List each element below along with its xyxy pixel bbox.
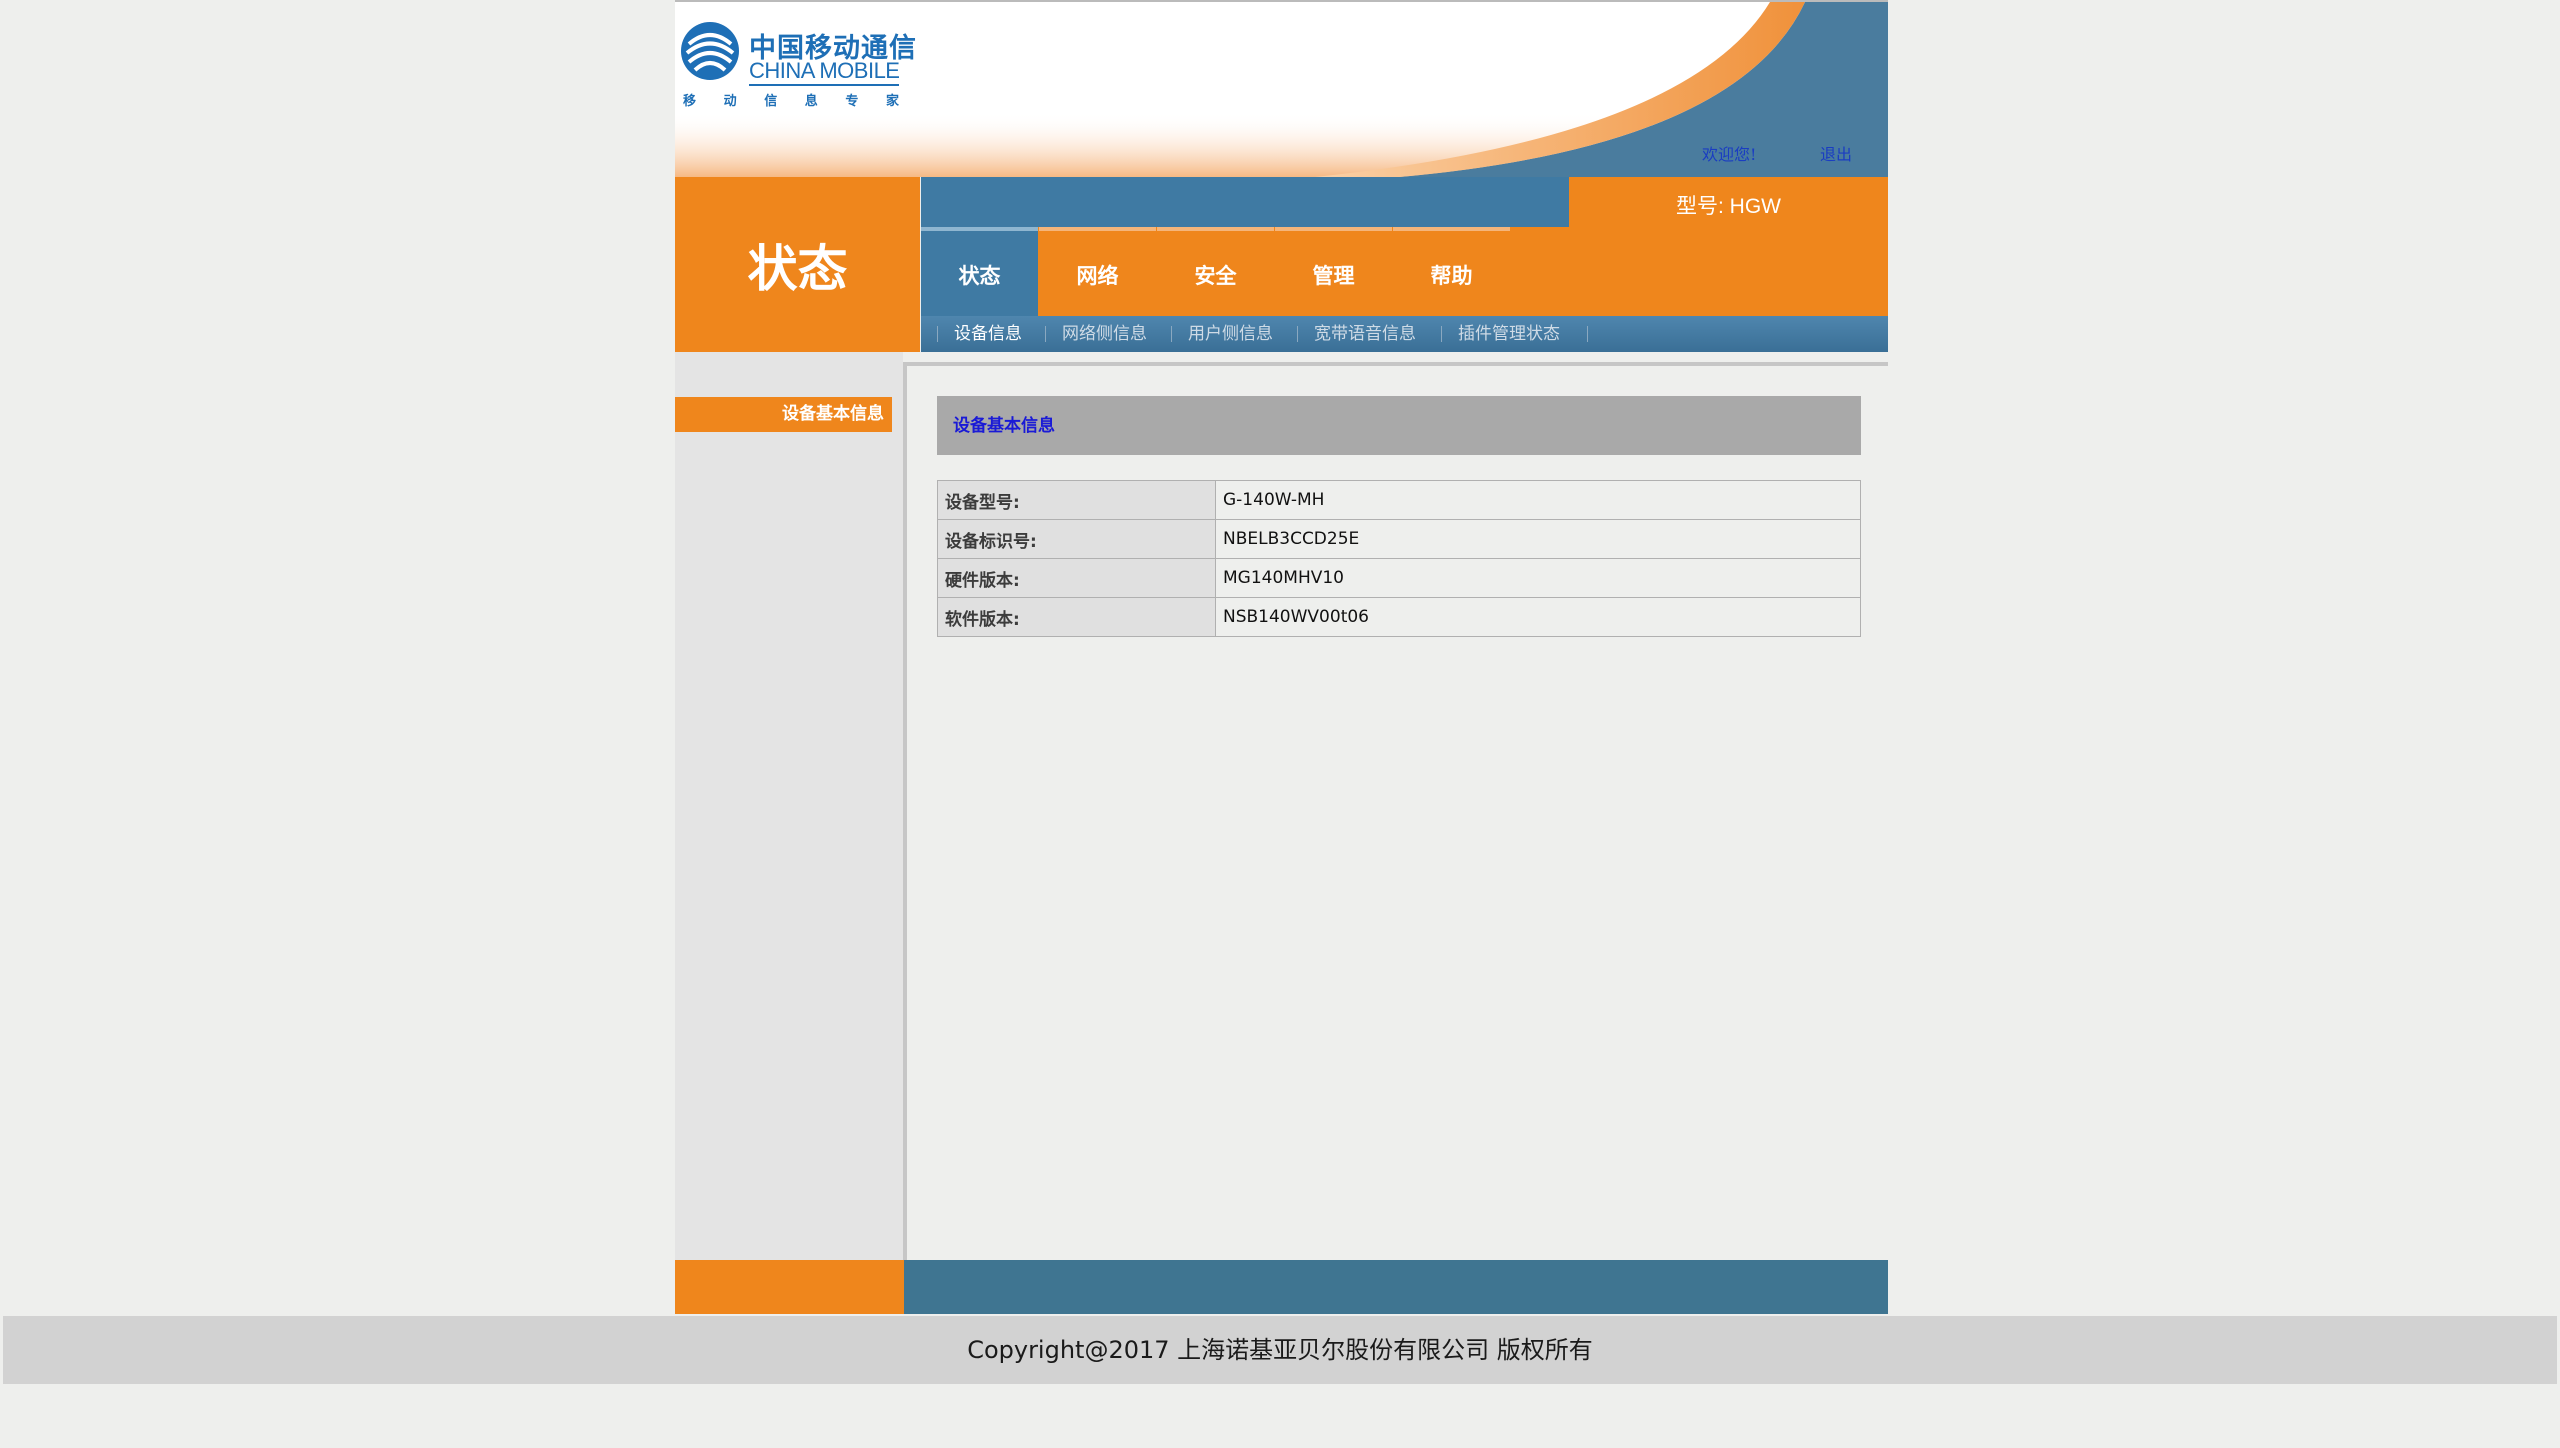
footer-copyright: Copyright@2017 上海诺基亚贝尔股份有限公司 版权所有 [3, 1316, 2557, 1384]
table-row: 硬件版本: MG140MHV10 [937, 558, 1861, 598]
slogan-char: 动 [723, 94, 737, 109]
content-title-bar: 设备基本信息 [937, 396, 1861, 455]
row-value: MG140MHV10 [1215, 558, 1861, 598]
row-label: 软件版本: [937, 597, 1216, 637]
sub-nav: 设备信息 网络侧信息 用户侧信息 宽带语音信息 插件管理状态 [921, 316, 1888, 352]
logo-english-text: CHINA MOBILE [749, 58, 900, 86]
subnav-user-info[interactable]: 用户侧信息 [1188, 316, 1273, 352]
china-mobile-logo-icon [681, 22, 739, 80]
bottom-bar-right [904, 1260, 1888, 1314]
slogan-char: 家 [885, 94, 899, 109]
row-label: 设备标识号: [937, 519, 1216, 559]
page: 中国移动通信 CHINA MOBILE 移 动 信 息 专 家 欢迎您! 退出 … [0, 0, 2560, 1448]
subnav-separator [1171, 326, 1172, 342]
china-mobile-logo: 中国移动通信 CHINA MOBILE 移 动 信 息 专 家 [679, 20, 916, 115]
tab-security[interactable]: 安全 [1157, 227, 1274, 316]
table-row: 软件版本: NSB140WV00t06 [937, 597, 1861, 637]
subnav-device-info[interactable]: 设备信息 [954, 316, 1022, 352]
model-box: 型号: HGW [1569, 177, 1888, 227]
subnav-separator [1297, 326, 1298, 342]
section-title: 状态 [747, 239, 848, 298]
subnav-plugin-status[interactable]: 插件管理状态 [1458, 316, 1560, 352]
sidebar-item-device-basic-info[interactable]: 设备基本信息 [675, 397, 892, 432]
row-label: 设备型号: [937, 480, 1216, 520]
slogan-char: 信 [764, 94, 778, 109]
slogan-char: 息 [804, 94, 818, 109]
row-value: G-140W-MH [1215, 480, 1861, 520]
main-nav: 状态 网络 安全 管理 帮助 [921, 227, 1888, 316]
subnav-voice-info[interactable]: 宽带语音信息 [1314, 316, 1416, 352]
tab-network[interactable]: 网络 [1039, 227, 1156, 316]
tab-status[interactable]: 状态 [921, 227, 1038, 316]
content-title: 设备基本信息 [953, 416, 1055, 436]
subnav-separator [1587, 326, 1588, 342]
tab-help[interactable]: 帮助 [1393, 227, 1510, 316]
slogan-char: 专 [845, 94, 859, 109]
model-label: 型号: HGW [1676, 195, 1781, 218]
bottom-bar-left [675, 1260, 904, 1314]
content-panel: 设备基本信息 设备型号: G-140W-MH 设备标识号: NBELB3CCD2… [903, 362, 1888, 1260]
table-row: 设备型号: G-140W-MH [937, 480, 1861, 520]
tab-management[interactable]: 管理 [1275, 227, 1392, 316]
welcome-text: 欢迎您! [1702, 145, 1757, 164]
subnav-separator [1045, 326, 1046, 342]
subnav-separator [937, 326, 938, 342]
row-value: NSB140WV00t06 [1215, 597, 1861, 637]
row-value: NBELB3CCD25E [1215, 519, 1861, 559]
header-banner: 中国移动通信 CHINA MOBILE 移 动 信 息 专 家 欢迎您! 退出 [675, 0, 1888, 177]
logout-link[interactable]: 退出 [1820, 141, 1852, 165]
subnav-separator [1441, 326, 1442, 342]
logo-slogan: 移 动 信 息 专 家 [683, 90, 899, 109]
subnav-network-info[interactable]: 网络侧信息 [1062, 316, 1147, 352]
row-label: 硬件版本: [937, 558, 1216, 598]
device-info-table: 设备型号: G-140W-MH 设备标识号: NBELB3CCD25E 硬件版本… [937, 480, 1861, 637]
section-title-block: 状态 [675, 177, 920, 352]
slogan-char: 移 [683, 94, 697, 109]
table-row: 设备标识号: NBELB3CCD25E [937, 519, 1861, 559]
left-sidebar [675, 352, 903, 1260]
gateway-frame: 中国移动通信 CHINA MOBILE 移 动 信 息 专 家 欢迎您! 退出 … [675, 0, 1888, 1314]
